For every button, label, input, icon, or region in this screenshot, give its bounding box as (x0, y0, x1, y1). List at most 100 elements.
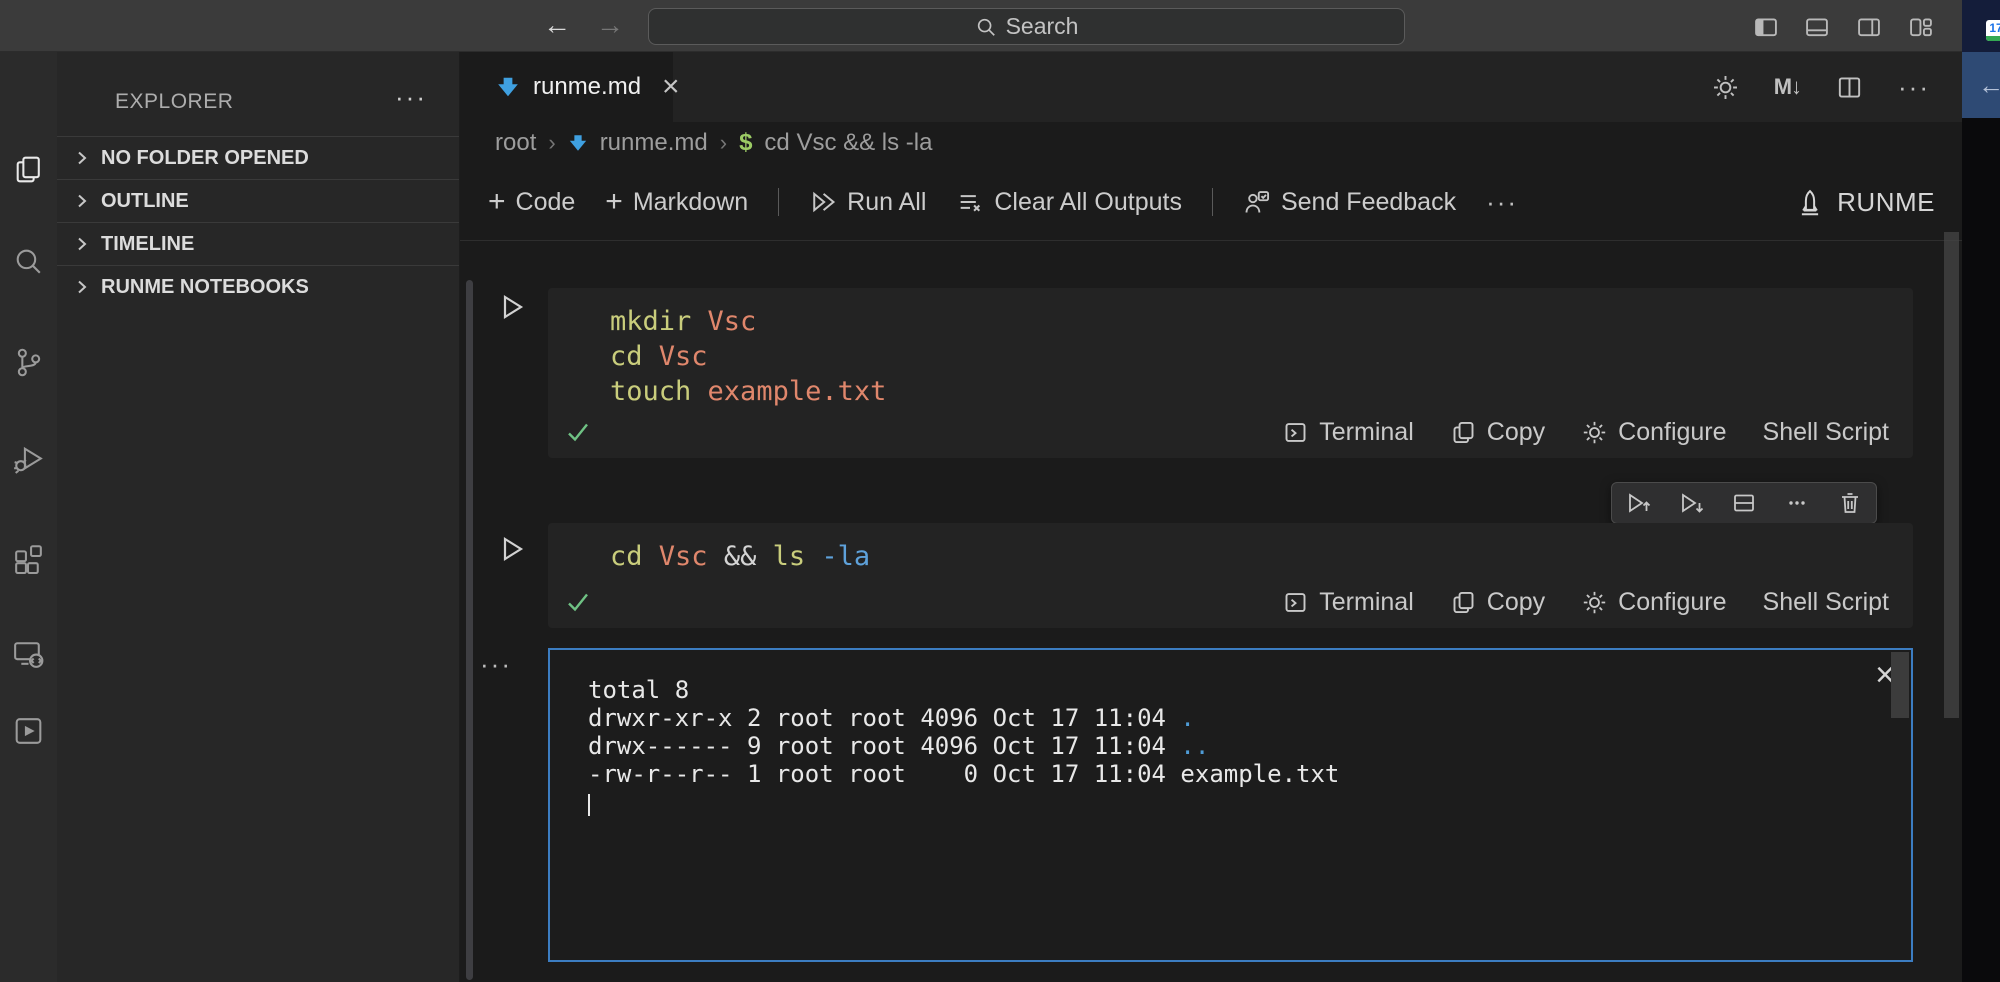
clear-all-outputs-button[interactable]: Clear All Outputs (956, 188, 1182, 217)
output-scrollbar[interactable] (1891, 652, 1909, 718)
breadcrumb-separator: › (548, 130, 555, 156)
code-cell-2[interactable]: cd Vsc && ls -la Terminal (548, 523, 1913, 628)
sidebar-section-runme-notebooks[interactable]: RUNME NOTEBOOKS (57, 265, 459, 308)
delete-cell-icon[interactable] (1836, 489, 1864, 517)
toolbar-more-icon[interactable]: ··· (1486, 187, 1518, 218)
cell-actions: Terminal Copy Configure (1282, 418, 1889, 447)
chevron-right-icon (73, 278, 91, 296)
split-cell-icon[interactable] (1730, 489, 1758, 517)
sidebar-section-outline[interactable]: OUTLINE (57, 179, 459, 222)
search-label: Search (1006, 13, 1079, 40)
run-all-button[interactable]: Run All (809, 188, 926, 217)
run-cell-button[interactable] (496, 291, 528, 323)
activity-bar (0, 52, 57, 982)
breadcrumb-command[interactable]: cd Vsc && ls -la (764, 129, 932, 157)
terminal-icon (1282, 589, 1309, 616)
clear-outputs-icon (956, 188, 984, 216)
chevron-right-icon (73, 192, 91, 210)
sidebar-section-timeline[interactable]: TIMELINE (57, 222, 459, 265)
titlebar: ← → Search (0, 0, 1962, 52)
gear-icon (1581, 419, 1608, 446)
cell-focus-indicator (466, 280, 473, 980)
gear-icon[interactable] (1711, 73, 1740, 102)
terminal-button[interactable]: Terminal (1282, 588, 1413, 617)
terminal-button[interactable]: Terminal (1282, 418, 1413, 447)
plus-icon: + (488, 188, 506, 216)
breadcrumb-separator: › (720, 130, 727, 156)
configure-button[interactable]: Configure (1581, 588, 1726, 617)
run-and-debug-icon[interactable] (10, 440, 47, 477)
customize-layout-icon[interactable] (1907, 13, 1935, 41)
breadcrumb-file[interactable]: runme.md (600, 129, 708, 157)
cell-code-editor[interactable]: mkdir Vsccd Vsctouch example.txt (548, 288, 1913, 409)
runme-file-icon (496, 75, 520, 99)
tab-close-icon[interactable]: × (662, 72, 680, 102)
tab-label: runme.md (533, 73, 641, 101)
success-check-icon (564, 418, 592, 446)
run-all-icon (809, 188, 837, 216)
send-feedback-button[interactable]: Send Feedback (1243, 188, 1456, 217)
output-more-actions[interactable]: ··· (480, 649, 512, 680)
search-view-icon[interactable] (10, 244, 47, 281)
source-control-icon[interactable] (10, 344, 47, 381)
command-center-search[interactable]: Search (648, 8, 1405, 45)
cell-more-actions-icon[interactable] (1783, 489, 1811, 517)
toggle-panel-icon[interactable] (1803, 13, 1831, 41)
code-cell-1[interactable]: mkdir Vsccd Vsctouch example.txt Termina… (548, 288, 1913, 458)
sidebar-more-actions[interactable]: ··· (395, 82, 427, 113)
copy-button[interactable]: Copy (1450, 418, 1545, 447)
cell-code-editor[interactable]: cd Vsc && ls -la (548, 523, 1913, 574)
editor-actions: M↓ ··· (1711, 52, 1930, 122)
notebook-content: mkdir Vsccd Vsctouch example.txt Termina… (460, 241, 1962, 982)
tab-runme-md[interactable]: runme.md × (460, 52, 673, 122)
extensions-icon[interactable] (10, 537, 47, 574)
configure-button[interactable]: Configure (1581, 418, 1726, 447)
success-check-icon (564, 588, 592, 616)
cell-status-bar: Terminal Copy Configure (564, 584, 1889, 620)
runme-rocket-icon (1795, 188, 1825, 218)
sidebar-section-no-folder-opened[interactable]: NO FOLDER OPENED (57, 136, 459, 179)
runme-file-icon (568, 133, 588, 153)
explorer-icon[interactable] (10, 151, 47, 188)
sidebar-title: EXPLORER (115, 90, 233, 114)
chevron-right-icon (73, 149, 91, 167)
plus-icon: + (605, 188, 623, 216)
terminal-icon (1282, 419, 1309, 446)
cell-hover-toolbar (1611, 482, 1877, 524)
breadcrumb: root › runme.md › $ cd Vsc && ls -la (460, 122, 1962, 164)
add-code-cell-button[interactable]: + Code (488, 188, 575, 217)
remote-explorer-icon[interactable] (10, 634, 47, 671)
run-cell-button[interactable] (496, 533, 528, 565)
toggle-secondary-sidebar-icon[interactable] (1855, 13, 1883, 41)
copy-icon (1450, 419, 1477, 446)
breadcrumb-prompt: $ (739, 129, 752, 157)
add-markdown-cell-button[interactable]: + Markdown (605, 188, 748, 217)
execute-cell-and-below-icon[interactable] (1677, 489, 1705, 517)
notebook-toolbar: + Code + Markdown Run All (460, 164, 1962, 241)
toolbar-separator (778, 188, 779, 216)
background-window-header: 17 (1962, 0, 2000, 52)
run-notebooks-view-icon[interactable] (10, 712, 47, 749)
markdown-preview-icon[interactable]: M↓ (1774, 74, 1801, 100)
runme-brand: RUNME (1795, 164, 1935, 241)
breadcrumb-root[interactable]: root (495, 129, 536, 157)
feedback-person-icon (1243, 188, 1271, 216)
tab-bar: runme.md × M↓ ··· (460, 52, 1962, 122)
more-actions-icon[interactable]: ··· (1898, 72, 1930, 103)
gear-icon (1581, 589, 1608, 616)
back-button[interactable]: ← (543, 8, 571, 42)
background-window-back-arrow: ← (1962, 52, 2000, 118)
background-window: 17 ← (1962, 0, 2000, 982)
forward-button[interactable]: → (596, 8, 624, 42)
toolbar-separator (1212, 188, 1213, 216)
copy-button[interactable]: Copy (1450, 588, 1545, 617)
language-label[interactable]: Shell Script (1763, 588, 1889, 617)
split-editor-icon[interactable] (1835, 73, 1864, 102)
cell-status-bar: Terminal Copy Configure (564, 414, 1889, 450)
execute-above-cells-icon[interactable] (1624, 489, 1652, 517)
toggle-primary-sidebar-icon[interactable] (1752, 13, 1780, 41)
output-text: total 8drwxr-xr-x 2 root root 4096 Oct 1… (550, 650, 1911, 816)
language-label[interactable]: Shell Script (1763, 418, 1889, 447)
cell-actions: Terminal Copy Configure (1282, 588, 1889, 617)
cell-output-terminal[interactable]: total 8drwxr-xr-x 2 root root 4096 Oct 1… (548, 648, 1913, 962)
